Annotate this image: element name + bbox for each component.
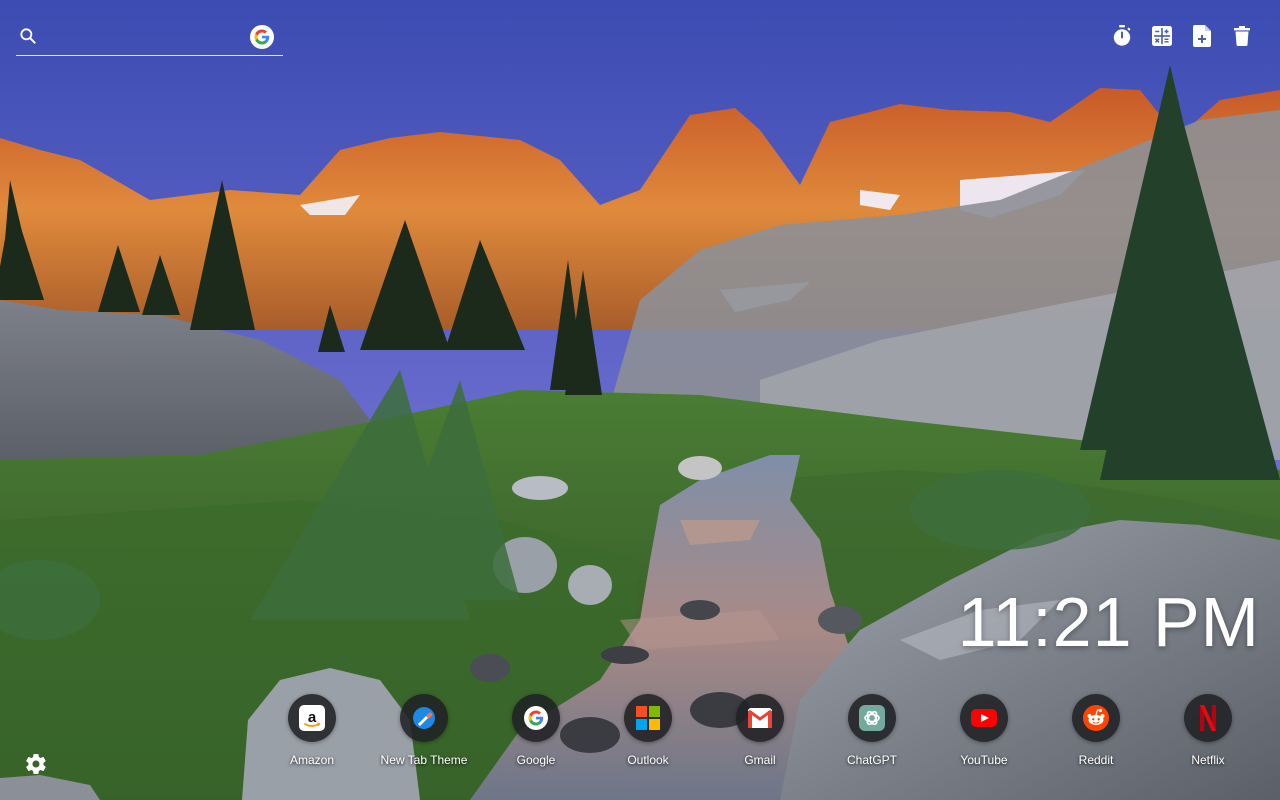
gear-icon[interactable] [24, 752, 48, 776]
google-icon[interactable] [250, 25, 274, 49]
shortcut-youtube[interactable]: YouTube [928, 694, 1040, 767]
shortcut-label: Reddit [1078, 753, 1114, 767]
netflix-icon [1184, 694, 1232, 742]
shortcut-chatgpt[interactable]: ChatGPT [816, 694, 928, 767]
shortcut-amazon[interactable]: a Amazon [256, 694, 368, 767]
clock-time: 11:21 PM [957, 583, 1260, 661]
shortcuts-dock: a Amazon New Tab Theme Google Outlook Gm… [256, 694, 1264, 767]
shortcut-label: Outlook [627, 753, 669, 767]
shortcut-netflix[interactable]: Netflix [1152, 694, 1264, 767]
shortcut-reddit[interactable]: Reddit [1040, 694, 1152, 767]
shortcut-label: Google [516, 753, 556, 767]
shortcut-new-tab-theme[interactable]: New Tab Theme [368, 694, 480, 767]
shortcut-label: ChatGPT [846, 753, 897, 767]
search-icon[interactable] [18, 26, 38, 46]
shortcut-label: YouTube [960, 753, 1008, 767]
shortcut-gmail[interactable]: Gmail [704, 694, 816, 767]
shortcut-label: New Tab Theme [380, 753, 468, 767]
microsoft-icon [624, 694, 672, 742]
reddit-icon [1072, 694, 1120, 742]
shortcut-google[interactable]: Google [480, 694, 592, 767]
shortcut-label: Amazon [289, 753, 335, 767]
shortcut-outlook[interactable]: Outlook [592, 694, 704, 767]
svg-text:a: a [308, 709, 317, 726]
google-icon [512, 694, 560, 742]
shortcut-label: Netflix [1191, 753, 1225, 767]
gmail-icon [736, 694, 784, 742]
timer-icon[interactable] [1110, 24, 1134, 48]
search-bar[interactable] [16, 22, 283, 56]
new-tab-theme-icon [400, 694, 448, 742]
calculator-icon[interactable] [1150, 24, 1174, 48]
youtube-icon [960, 694, 1008, 742]
background-wallpaper [0, 0, 1280, 800]
note-add-icon[interactable] [1190, 24, 1214, 48]
search-input[interactable] [46, 24, 246, 50]
amazon-icon: a [288, 694, 336, 742]
shortcut-label: Gmail [744, 753, 776, 767]
trash-icon[interactable] [1230, 24, 1254, 48]
chatgpt-icon [848, 694, 896, 742]
top-toolbar [1110, 24, 1254, 48]
